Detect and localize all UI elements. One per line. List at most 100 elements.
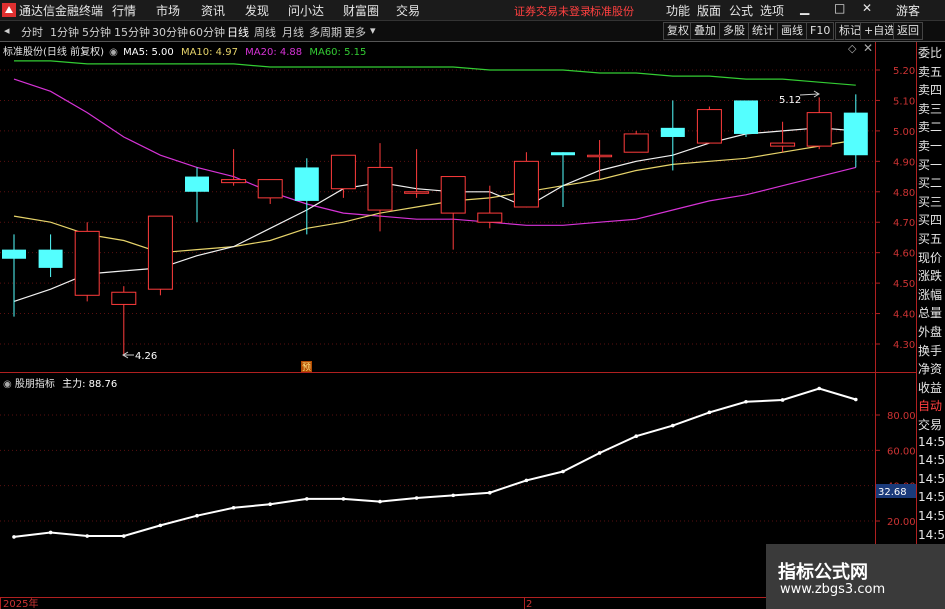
candle bbox=[696, 106, 722, 144]
candle-body bbox=[623, 133, 649, 153]
main-y-axis-label: 4.50 bbox=[893, 279, 915, 290]
indicator-point bbox=[561, 469, 565, 474]
candle bbox=[147, 215, 173, 296]
indicator-point bbox=[597, 451, 602, 455]
candle-body bbox=[38, 249, 63, 268]
right-panel-item: 买一 bbox=[918, 157, 943, 172]
candle-body bbox=[221, 179, 247, 184]
candle bbox=[770, 121, 796, 153]
candle bbox=[38, 234, 63, 278]
main-y-axis-label: 4.30 bbox=[893, 340, 915, 351]
right-panel-item[interactable]: 14:56 bbox=[918, 528, 945, 542]
indicator-point bbox=[817, 386, 821, 391]
sub-y-axis-label: 80.00 bbox=[887, 411, 916, 422]
right-panel-item[interactable]: 14:56 bbox=[918, 453, 945, 467]
candle-body bbox=[551, 152, 575, 156]
right-panel-item: 卖一 bbox=[918, 139, 943, 153]
indicator-title: 股朋指标 bbox=[14, 379, 55, 390]
main-y-axis-label: 4.90 bbox=[893, 157, 915, 168]
candle-body bbox=[367, 166, 393, 211]
right-panel-item: 买三 bbox=[918, 194, 943, 209]
chart-canvas[interactable]: 5.20 5.10 5.00 4.90 4.80 4.70 4.60 4.50 4.40 4.30… bbox=[0, 0, 945, 609]
candle-body bbox=[587, 154, 613, 158]
right-panel-item: 外盘 bbox=[918, 325, 943, 339]
candle-body bbox=[440, 176, 466, 214]
candle-body bbox=[843, 112, 868, 156]
sub-y-axis-labels: 80.0060.0040.0020.00 bbox=[875, 411, 916, 528]
right-panel-item: 卖五 bbox=[918, 64, 943, 79]
candle-body bbox=[294, 167, 319, 201]
candle bbox=[221, 149, 247, 186]
right-panel-item: 换手 bbox=[918, 343, 943, 358]
main-y-axis-label: 5.00 bbox=[893, 127, 915, 138]
candle bbox=[185, 167, 209, 223]
right-panel-item: 买四 bbox=[918, 213, 943, 228]
watermark-overlay: 指标公式网 www.zbgs3.com bbox=[766, 544, 945, 609]
low-price-marker: 4.26 bbox=[122, 351, 157, 362]
indicator-line bbox=[12, 386, 858, 539]
right-panel-item[interactable]: 自动 bbox=[918, 397, 945, 414]
right-panel-item: 总量 bbox=[918, 306, 943, 321]
candle-body bbox=[147, 215, 173, 290]
right-panel-item: 买五 bbox=[918, 232, 943, 246]
indicator-point bbox=[195, 513, 199, 518]
indicator-value: 主力: 88.76 bbox=[62, 379, 118, 390]
stock-title: 标准股份(日线 前复权) bbox=[3, 47, 104, 58]
main-y-axis-label: 4.80 bbox=[893, 188, 915, 199]
indicator-point bbox=[671, 423, 675, 428]
low-price-label: 4.26 bbox=[135, 351, 157, 362]
candle-body bbox=[185, 176, 209, 192]
candle-body bbox=[111, 291, 137, 305]
candle bbox=[734, 100, 758, 137]
indicator-point bbox=[12, 535, 16, 539]
ma60-label: MA60: 5.15 bbox=[309, 47, 367, 58]
main-y-axis-labels: 5.20 5.10 5.00 4.90 4.80 4.70 4.60 4.50 4.40 4.30 bbox=[875, 66, 915, 351]
right-panel-item: 卖二 bbox=[918, 120, 943, 135]
sub-grid bbox=[0, 414, 875, 522]
right-panel-item[interactable]: 14:56 bbox=[918, 435, 945, 449]
x-axis-month-label: 2 bbox=[526, 599, 532, 609]
right-panel-item[interactable]: 14:56 bbox=[918, 509, 945, 523]
right-panel-item[interactable]: 交易 bbox=[918, 416, 945, 433]
main-y-axis-label: 5.20 bbox=[893, 66, 915, 77]
candle bbox=[74, 222, 100, 302]
current-value-tag: 32.68 bbox=[878, 487, 907, 498]
candle-body bbox=[513, 160, 539, 208]
right-panel-item: 涨幅 bbox=[918, 287, 943, 302]
candle-body bbox=[696, 109, 722, 144]
indicator-point bbox=[707, 410, 712, 415]
ma20-label: MA20: 4.88 bbox=[245, 47, 303, 58]
right-panel-item: 涨跌 bbox=[918, 269, 943, 284]
right-panel-item: 净资 bbox=[918, 362, 943, 377]
indicator-point bbox=[85, 534, 89, 538]
legend-settings-icon[interactable]: ◉ bbox=[109, 47, 118, 58]
candle bbox=[806, 97, 832, 150]
indicator-point bbox=[854, 397, 858, 402]
right-panel-item[interactable]: 14:56 bbox=[918, 472, 945, 486]
candle-body bbox=[404, 191, 430, 194]
candle-body bbox=[330, 154, 356, 190]
candle bbox=[843, 94, 868, 168]
candle bbox=[513, 152, 539, 208]
indicator-settings-icon[interactable]: ◉ bbox=[3, 379, 12, 390]
candle-body bbox=[660, 127, 685, 137]
candle bbox=[404, 149, 430, 198]
chart-close-icon[interactable]: ✕ bbox=[863, 41, 873, 55]
candle bbox=[257, 179, 283, 204]
right-panel-item[interactable]: 14:56 bbox=[918, 490, 945, 504]
sub-y-axis-label: 60.00 bbox=[887, 446, 916, 457]
indicator-point bbox=[451, 493, 456, 498]
candlesticks[interactable] bbox=[2, 94, 868, 357]
indicator-point bbox=[268, 502, 273, 507]
right-panel-item: 委比 bbox=[918, 46, 943, 60]
main-y-axis-label: 5.10 bbox=[893, 96, 915, 107]
indicator-point bbox=[634, 434, 638, 439]
high-price-label: 5.12 bbox=[779, 95, 801, 106]
indicator-point bbox=[341, 497, 346, 501]
ma5-label: MA5: 5.00 bbox=[123, 47, 174, 58]
chart-options-icon[interactable]: ◇ bbox=[848, 42, 856, 55]
candle bbox=[367, 143, 393, 232]
indicator-point bbox=[158, 523, 163, 528]
indicator-point bbox=[744, 399, 748, 404]
event-marker[interactable]: 预 bbox=[301, 361, 312, 373]
